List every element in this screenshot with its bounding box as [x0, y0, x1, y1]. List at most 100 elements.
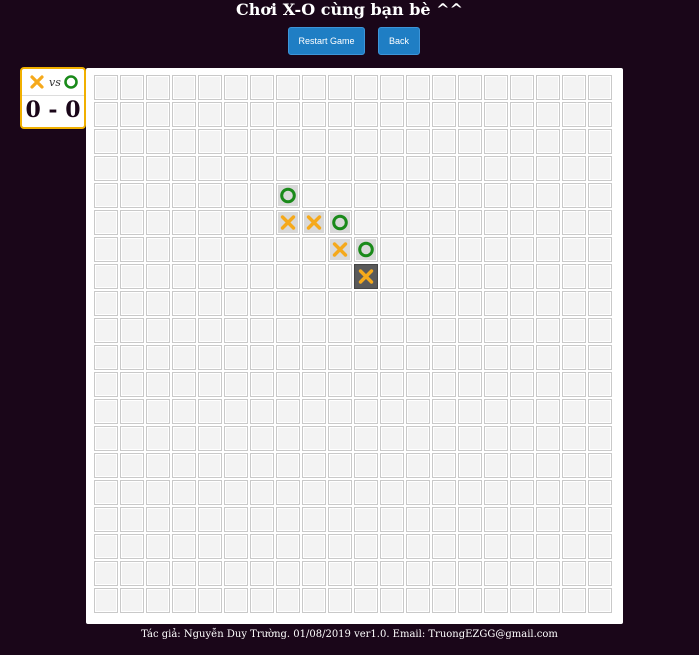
- board-cell[interactable]: [224, 480, 248, 505]
- board-cell[interactable]: [198, 156, 222, 181]
- board-cell[interactable]: [276, 453, 300, 478]
- board-cell[interactable]: [562, 426, 586, 451]
- board-cell[interactable]: [380, 75, 404, 100]
- board-cell[interactable]: [328, 480, 352, 505]
- board-cell[interactable]: [562, 507, 586, 532]
- board-cell[interactable]: [510, 75, 534, 100]
- board-cell[interactable]: [146, 264, 170, 289]
- board-cell[interactable]: [484, 291, 508, 316]
- board-cell[interactable]: [406, 291, 430, 316]
- board-cell[interactable]: [276, 588, 300, 613]
- board-cell[interactable]: [94, 453, 118, 478]
- board-cell[interactable]: [276, 237, 300, 262]
- board-cell[interactable]: [328, 372, 352, 397]
- board-cell[interactable]: [432, 345, 456, 370]
- board-cell[interactable]: [198, 426, 222, 451]
- board-cell[interactable]: [354, 453, 378, 478]
- back-button[interactable]: Back: [378, 27, 420, 55]
- board-cell[interactable]: [484, 588, 508, 613]
- board-cell[interactable]: [536, 129, 560, 154]
- board-cell[interactable]: [172, 264, 196, 289]
- board-cell[interactable]: [198, 264, 222, 289]
- board-cell[interactable]: [146, 561, 170, 586]
- board-cell[interactable]: [276, 129, 300, 154]
- board-cell[interactable]: [380, 588, 404, 613]
- board-cell[interactable]: [510, 156, 534, 181]
- board-cell[interactable]: [562, 561, 586, 586]
- board-cell[interactable]: [250, 588, 274, 613]
- board-cell[interactable]: [120, 345, 144, 370]
- board-cell[interactable]: [380, 507, 404, 532]
- board-cell[interactable]: [328, 588, 352, 613]
- board-cell[interactable]: [536, 534, 560, 559]
- board-cell[interactable]: [172, 102, 196, 127]
- board-cell[interactable]: [458, 534, 482, 559]
- board-cell[interactable]: [510, 318, 534, 343]
- board-cell[interactable]: [94, 588, 118, 613]
- board-cell[interactable]: [406, 534, 430, 559]
- board-cell[interactable]: [484, 534, 508, 559]
- board-cell[interactable]: [172, 480, 196, 505]
- board-cell[interactable]: [146, 183, 170, 208]
- board-cell[interactable]: [94, 210, 118, 235]
- board-cell[interactable]: [94, 372, 118, 397]
- board-cell[interactable]: [562, 183, 586, 208]
- board-cell[interactable]: [302, 291, 326, 316]
- board-cell[interactable]: [276, 156, 300, 181]
- board-cell[interactable]: [276, 561, 300, 586]
- board-cell[interactable]: [120, 453, 144, 478]
- board-cell[interactable]: [484, 399, 508, 424]
- board-cell[interactable]: [380, 453, 404, 478]
- board-cell[interactable]: [146, 372, 170, 397]
- board-cell[interactable]: [276, 372, 300, 397]
- board-cell[interactable]: [562, 345, 586, 370]
- board-cell[interactable]: [120, 318, 144, 343]
- board-cell[interactable]: [302, 399, 326, 424]
- board-cell[interactable]: [458, 507, 482, 532]
- board-cell[interactable]: [302, 561, 326, 586]
- board-cell[interactable]: [302, 129, 326, 154]
- board-cell[interactable]: [484, 102, 508, 127]
- board-cell[interactable]: [588, 75, 612, 100]
- board-cell[interactable]: [510, 237, 534, 262]
- board-cell[interactable]: [510, 480, 534, 505]
- board-cell[interactable]: [406, 399, 430, 424]
- board-cell[interactable]: [172, 75, 196, 100]
- board-cell[interactable]: [406, 345, 430, 370]
- board-cell[interactable]: [250, 372, 274, 397]
- board-cell[interactable]: [484, 264, 508, 289]
- board-cell[interactable]: [198, 534, 222, 559]
- board-cell[interactable]: [562, 291, 586, 316]
- board-cell[interactable]: [120, 426, 144, 451]
- board-cell[interactable]: [484, 426, 508, 451]
- board-cell[interactable]: [406, 210, 430, 235]
- board-cell[interactable]: [94, 426, 118, 451]
- board-cell[interactable]: [328, 75, 352, 100]
- board-cell[interactable]: [198, 372, 222, 397]
- board-cell[interactable]: [94, 291, 118, 316]
- board-cell[interactable]: [354, 372, 378, 397]
- board-cell[interactable]: [276, 318, 300, 343]
- board-cell[interactable]: [146, 534, 170, 559]
- board-cell[interactable]: [458, 102, 482, 127]
- board-cell[interactable]: [224, 372, 248, 397]
- board-cell[interactable]: [146, 345, 170, 370]
- board-cell[interactable]: [198, 237, 222, 262]
- board-cell[interactable]: [146, 507, 170, 532]
- board-cell[interactable]: [536, 237, 560, 262]
- board-cell[interactable]: [146, 291, 170, 316]
- board-cell[interactable]: [94, 318, 118, 343]
- board-cell[interactable]: [94, 183, 118, 208]
- board-cell[interactable]: [562, 156, 586, 181]
- board-cell[interactable]: [562, 480, 586, 505]
- board-cell[interactable]: [172, 156, 196, 181]
- board-cell[interactable]: [458, 588, 482, 613]
- board-cell[interactable]: [250, 129, 274, 154]
- board-cell[interactable]: [588, 345, 612, 370]
- board-cell[interactable]: [458, 426, 482, 451]
- board-cell[interactable]: [510, 345, 534, 370]
- board-cell[interactable]: [198, 399, 222, 424]
- board-cell[interactable]: [276, 507, 300, 532]
- board-cell[interactable]: [458, 129, 482, 154]
- board-cell[interactable]: [562, 75, 586, 100]
